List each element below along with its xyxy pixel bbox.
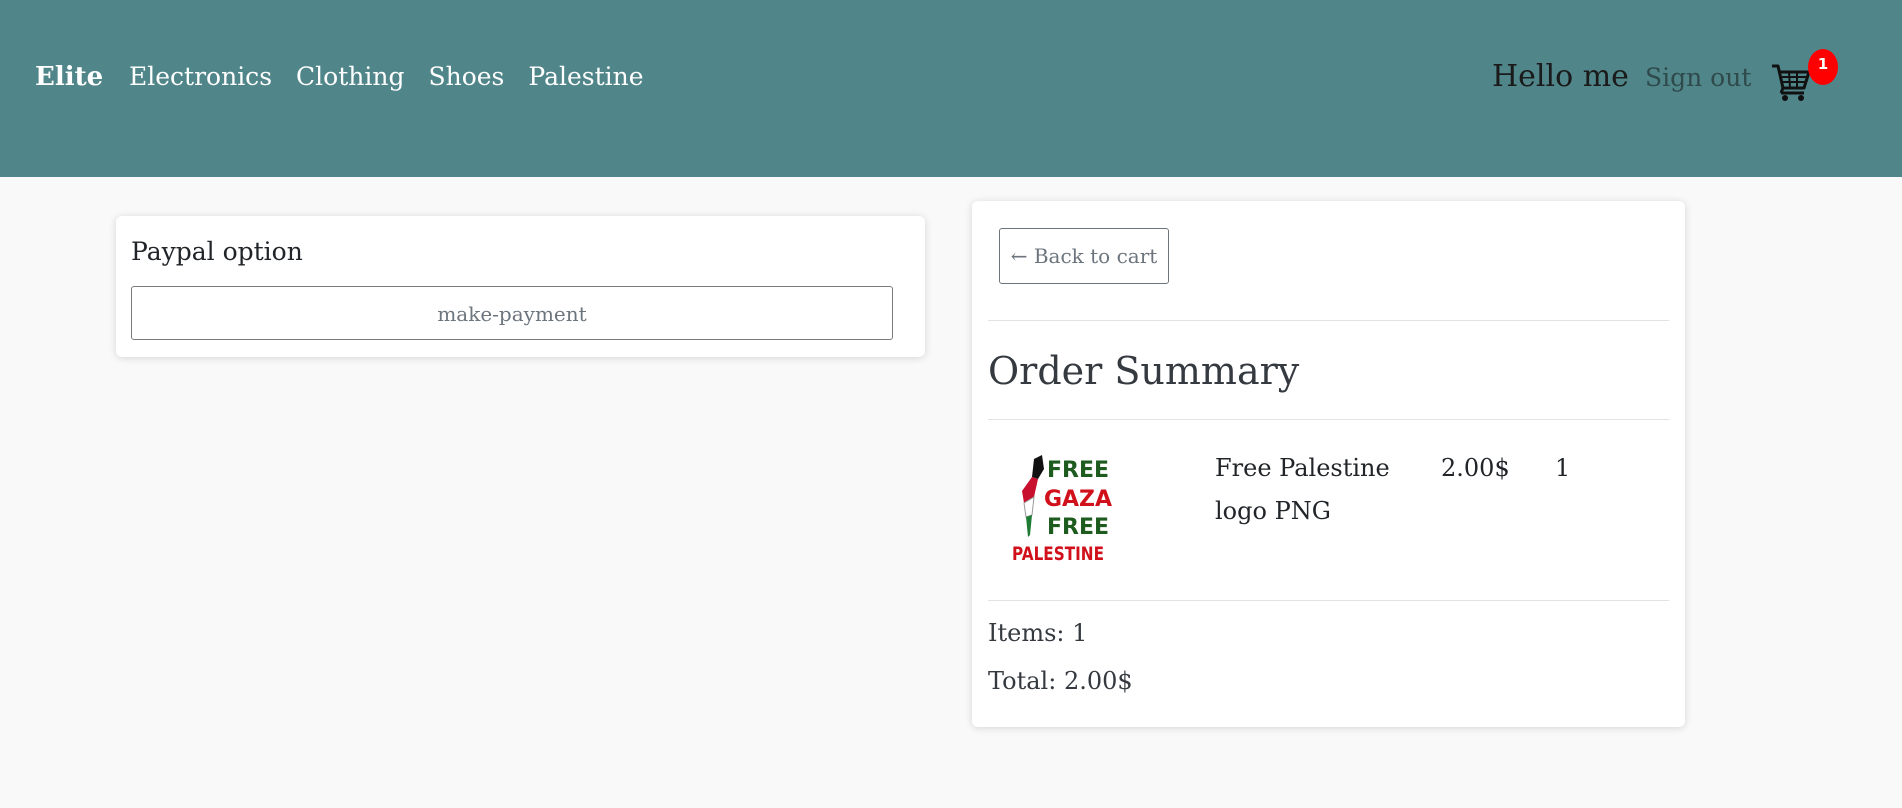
items-count: Items: 1 <box>988 619 1088 647</box>
nav-link-clothing[interactable]: Clothing <box>296 60 404 94</box>
order-summary-title: Order Summary <box>988 349 1300 393</box>
product-image-text-gaza: GAZA <box>1044 487 1112 512</box>
order-total: Total: 2.00$ <box>988 667 1133 695</box>
divider <box>988 320 1669 321</box>
nav-link-electronics[interactable]: Electronics <box>129 60 272 94</box>
nav-links: Electronics Clothing Shoes Palestine <box>129 60 668 94</box>
navbar: Elite Electronics Clothing Shoes Palesti… <box>0 0 1902 177</box>
product-image-text-free-2: FREE <box>1047 515 1109 540</box>
sign-out-link[interactable]: Sign out <box>1645 62 1751 94</box>
back-to-cart-label: Back to cart <box>1033 244 1158 268</box>
product-price: 2.00$ <box>1441 454 1510 482</box>
brand-logo[interactable]: Elite <box>35 60 103 94</box>
cart-icon[interactable] <box>1770 62 1812 102</box>
make-payment-button[interactable]: make-payment <box>131 286 893 340</box>
arrow-left-icon: ← <box>1010 244 1028 268</box>
user-greeting: Hello me <box>1492 59 1629 94</box>
divider <box>988 419 1669 420</box>
paypal-card: Paypal option make-payment <box>116 216 925 357</box>
product-image: FREE GAZA FREE PALESTINE <box>1012 451 1112 566</box>
product-image-text-palestine: PALESTINE <box>1012 543 1104 565</box>
divider <box>988 600 1669 601</box>
cart-count-badge: 1 <box>1808 49 1838 85</box>
nav-link-shoes[interactable]: Shoes <box>428 60 504 94</box>
product-name: Free Palestine logo PNG <box>1215 454 1390 525</box>
product-quantity: 1 <box>1555 454 1571 482</box>
order-summary-card: ← Back to cart Order Summary FREE GAZA F… <box>972 201 1685 727</box>
product-image-text-free: FREE <box>1047 458 1109 483</box>
back-to-cart-button[interactable]: ← Back to cart <box>999 228 1169 284</box>
nav-link-palestine[interactable]: Palestine <box>528 60 643 94</box>
paypal-option-title: Paypal option <box>131 237 303 266</box>
